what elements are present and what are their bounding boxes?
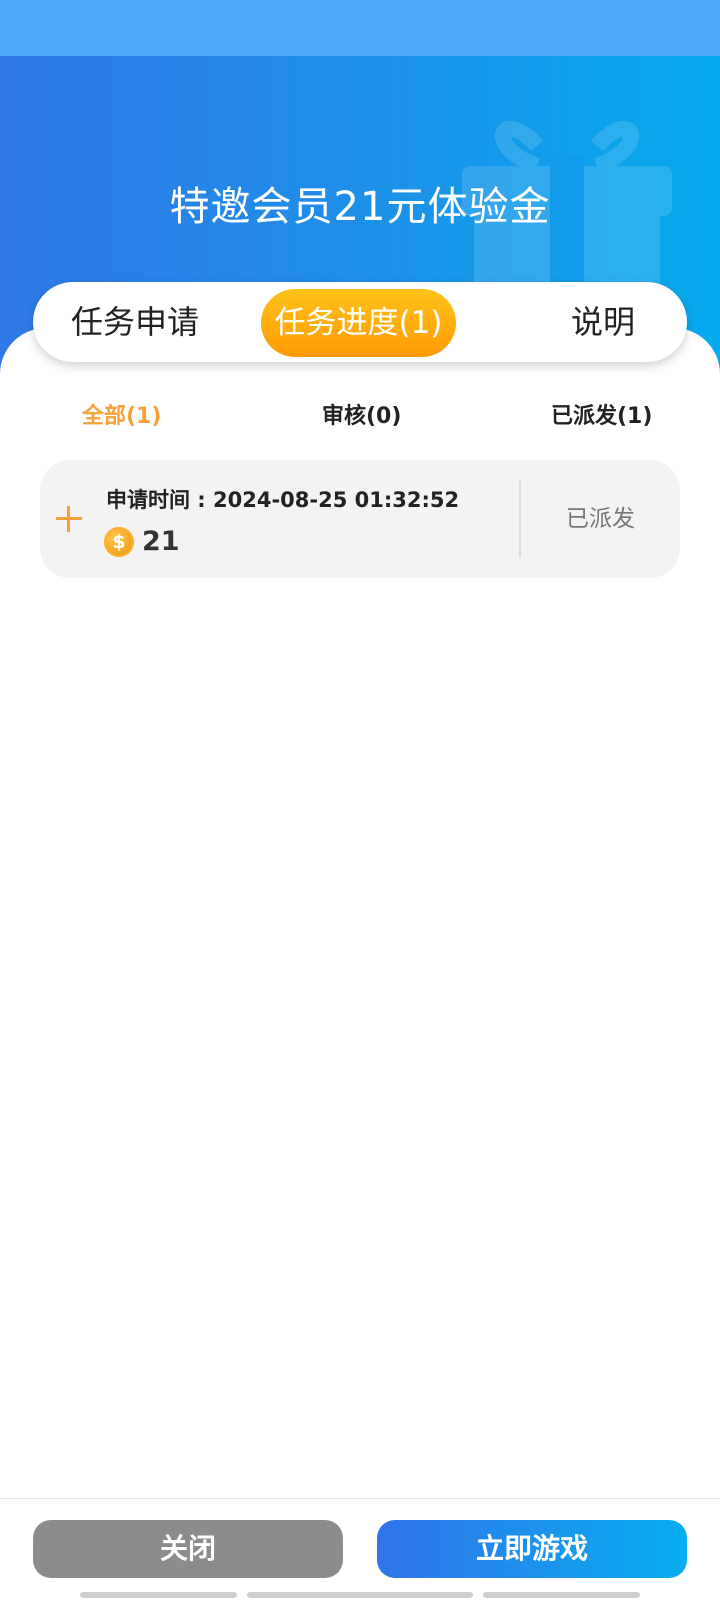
tab-task-apply[interactable]: 任务申请 [33,282,237,362]
coin-amount: 21 [142,526,180,557]
nav-indicator-right [483,1592,640,1598]
filter-review[interactable]: 审核(0) [322,398,401,430]
tab-bar: 任务申请 任务进度(1) 说明 [33,282,687,362]
play-now-button[interactable]: 立即游戏 [377,1520,687,1578]
filter-dispatched[interactable]: 已派发(1) [551,398,652,430]
close-button[interactable]: 关闭 [33,1520,343,1578]
tab-description[interactable]: 说明 [503,282,703,362]
tab-task-progress[interactable]: 任务进度(1) [261,289,456,357]
footer-divider [0,1498,720,1499]
list-item[interactable]: 申请时间 : 2024-08-25 01:32:52 $ 21 已派发 [40,460,680,578]
page-title: 特邀会员21元体验金 [169,184,551,230]
nav-indicator-left [80,1592,237,1598]
plus-icon[interactable] [56,506,82,532]
status-label: 已派发 [566,506,635,532]
status-bar [0,0,720,56]
coin-icon: $ [104,527,134,557]
apply-time: 申请时间 : 2024-08-25 01:32:52 [106,488,460,512]
nav-indicator-center [247,1592,473,1598]
filter-row: 全部(1) 审核(0) 已派发(1) [0,398,720,436]
filter-all[interactable]: 全部(1) [82,398,161,430]
